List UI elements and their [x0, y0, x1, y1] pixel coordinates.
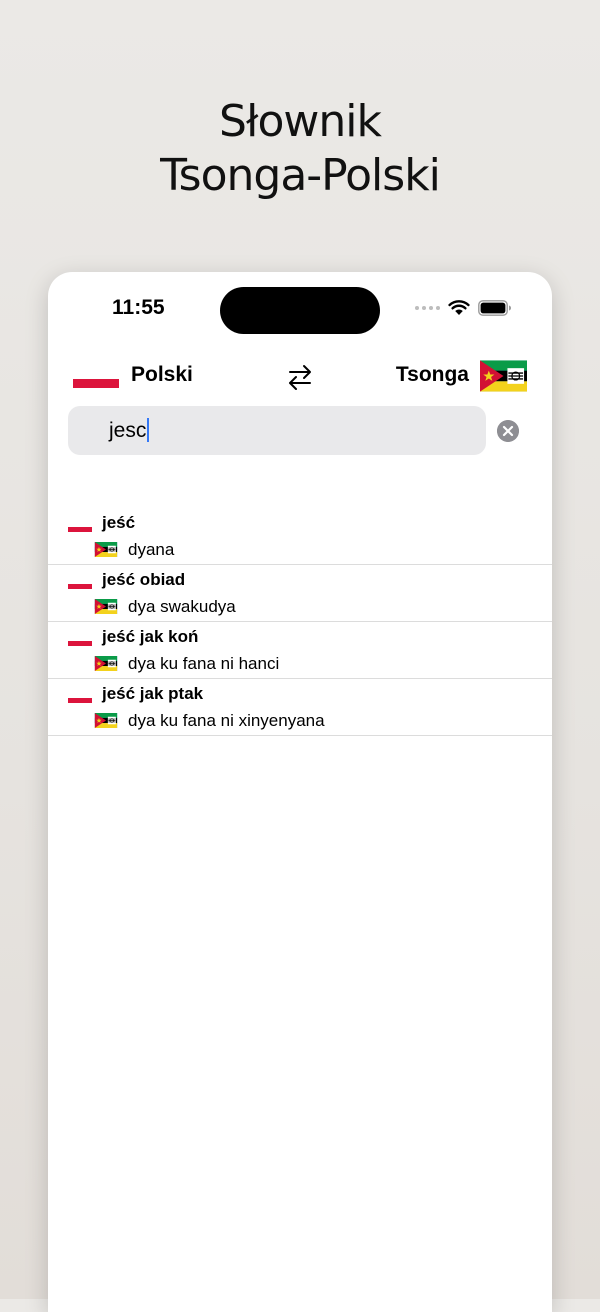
tsonga-flag-icon — [94, 599, 118, 614]
battery-icon — [478, 300, 511, 316]
text-caret — [147, 418, 150, 442]
polish-flag-icon — [68, 579, 92, 589]
search-field[interactable]: jesc — [68, 406, 486, 455]
result-translation: dya ku fana ni hanci — [128, 654, 280, 673]
target-language-label[interactable]: Tsonga — [396, 363, 469, 387]
result-source-term: jeść obiad — [102, 570, 186, 589]
tsonga-flag-icon — [94, 542, 118, 557]
polish-flag-icon — [73, 370, 119, 388]
result-item[interactable]: jeść dyana — [48, 508, 552, 565]
result-source-term: jeść jak ptak — [102, 684, 204, 703]
result-source-term: jeść — [102, 513, 136, 532]
result-source-term: jeść jak koń — [102, 627, 199, 646]
language-selector-bar: Polski Tsonga — [48, 358, 552, 398]
polish-flag-icon — [68, 693, 92, 703]
tsonga-flag-icon — [94, 656, 118, 671]
swap-arrows-icon[interactable] — [286, 362, 314, 392]
result-translation: dya swakudya — [128, 597, 236, 616]
polish-flag-icon — [68, 522, 92, 532]
status-time: 11:55 — [112, 296, 165, 319]
tsonga-flag-icon — [480, 360, 527, 392]
results-list: jeść dyana jeść obiad dya swakudya jeść … — [48, 508, 552, 736]
result-item[interactable]: jeść obiad dya swakudya — [48, 565, 552, 622]
result-translation: dya ku fana ni xinyenyana — [128, 711, 325, 730]
wifi-icon — [448, 300, 470, 315]
result-item[interactable]: jeść jak ptak dya ku fana ni xinyenyana — [48, 679, 552, 736]
marketing-headline: Słownik Tsonga-Polski — [0, 95, 600, 203]
polish-flag-icon — [68, 636, 92, 646]
tsonga-flag-icon — [94, 713, 118, 728]
dynamic-island — [220, 287, 380, 334]
status-icons — [415, 300, 512, 316]
phone-screen: 11:55 Polski Tsonga jesc jeść dyana jeść… — [48, 272, 552, 1312]
result-translation: dyana — [128, 540, 175, 559]
source-language-label[interactable]: Polski — [131, 363, 193, 387]
signal-dots-icon — [415, 306, 440, 310]
search-input-text[interactable]: jesc — [109, 418, 150, 443]
clear-x-icon[interactable] — [497, 420, 519, 442]
headline-line-1: Słownik — [219, 96, 382, 147]
result-item[interactable]: jeść jak koń dya ku fana ni hanci — [48, 622, 552, 679]
headline-line-2: Tsonga-Polski — [160, 150, 441, 201]
